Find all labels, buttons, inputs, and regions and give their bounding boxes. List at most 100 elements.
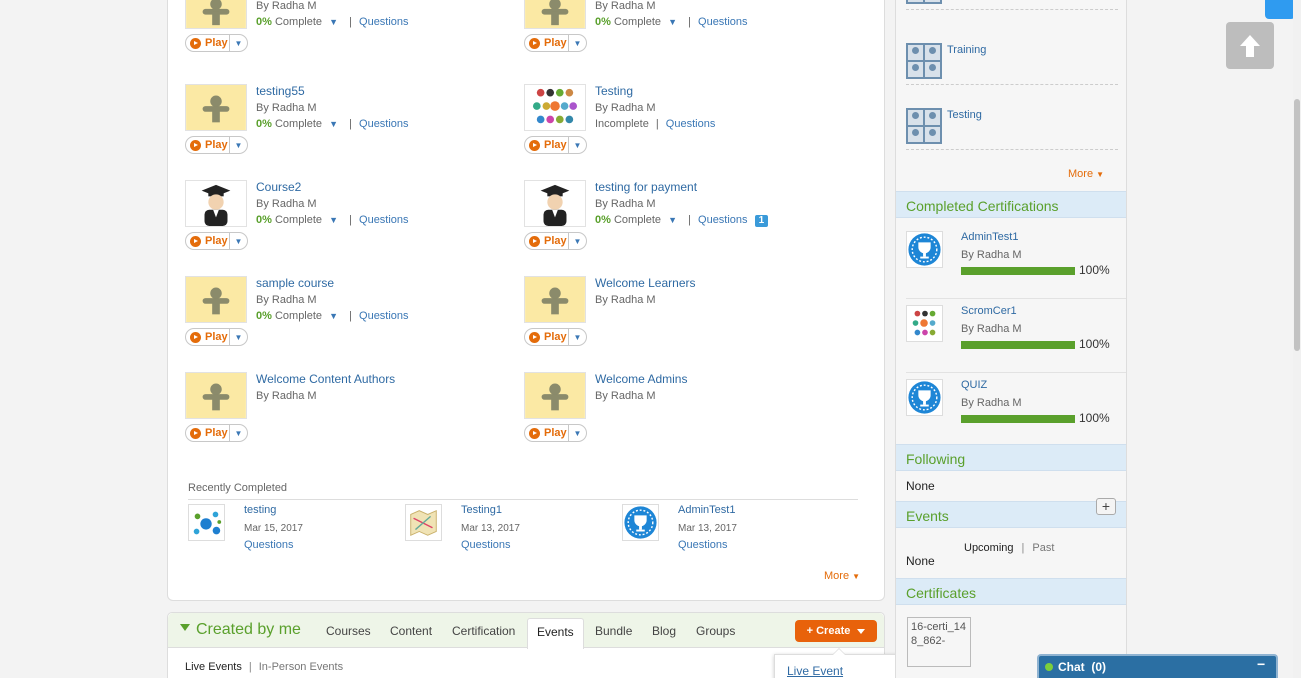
group-icon[interactable] — [906, 108, 942, 144]
minimize-icon[interactable]: − — [1257, 656, 1265, 672]
play-dropdown-icon[interactable]: ▼ — [569, 429, 586, 438]
caret-down-icon[interactable]: ▼ — [329, 119, 338, 129]
tab-events[interactable]: Events — [527, 618, 584, 649]
recent-title[interactable]: Testing1 — [461, 504, 502, 516]
play-dropdown-icon[interactable]: ▼ — [230, 429, 247, 438]
chat-bar[interactable]: Chat (0) − — [1037, 654, 1278, 678]
menu-item-live-event[interactable]: Live Event — [787, 664, 843, 678]
more-link[interactable]: More ▼ — [1068, 168, 1104, 180]
tab-content[interactable]: Content — [390, 624, 432, 638]
questions-link[interactable]: Questions — [698, 16, 748, 28]
course-thumbnail[interactable] — [524, 372, 586, 419]
certification-name[interactable]: AdminTest1 — [961, 231, 1018, 243]
tab-bundle[interactable]: Bundle — [595, 624, 632, 638]
tab-in-person-events[interactable]: In-Person Events — [259, 661, 343, 673]
tab-live-events[interactable]: Live Events — [185, 661, 242, 673]
course-thumbnail[interactable] — [185, 84, 247, 131]
course-title[interactable]: Testing — [595, 84, 633, 98]
course-title[interactable]: testing for payment — [595, 180, 697, 194]
tab-groups[interactable]: Groups — [696, 624, 735, 638]
section-title[interactable]: Created by me — [180, 621, 301, 639]
course-thumbnail[interactable] — [524, 0, 586, 29]
course-title[interactable]: testing55 — [256, 84, 305, 98]
certificate-image[interactable]: 16-certi_148_862- — [907, 617, 971, 667]
top-tab[interactable] — [1265, 0, 1295, 19]
group-name[interactable]: Testing — [947, 109, 982, 121]
add-event-button[interactable]: + — [1096, 498, 1116, 515]
course-title[interactable]: Welcome Content Authors — [256, 372, 395, 386]
course-thumbnail[interactable] — [185, 0, 247, 29]
network-icon[interactable] — [188, 504, 225, 541]
play-button[interactable]: Play — [186, 329, 230, 345]
recent-title[interactable]: AdminTest1 — [678, 504, 735, 516]
tab-upcoming[interactable]: Upcoming — [964, 542, 1014, 554]
play-button[interactable]: Play — [186, 425, 230, 441]
questions-link[interactable]: Questions — [359, 214, 409, 226]
questions-link[interactable]: Questions — [678, 539, 728, 551]
questions-link[interactable]: Questions — [359, 118, 409, 130]
play-button[interactable]: Play — [525, 425, 569, 441]
course-thumbnail[interactable] — [185, 180, 247, 227]
play-dropdown-icon[interactable]: ▼ — [569, 39, 586, 48]
vertical-scrollbar[interactable] — [1293, 0, 1301, 678]
play-dropdown-icon[interactable]: ▼ — [230, 39, 247, 48]
course-thumbnail[interactable] — [185, 276, 247, 323]
tab-past[interactable]: Past — [1032, 542, 1054, 554]
course-thumbnail[interactable] — [524, 180, 586, 227]
play-button[interactable]: Play — [525, 35, 569, 51]
course-complete-label: Complete — [274, 118, 323, 130]
course-title[interactable]: Welcome Learners — [595, 276, 696, 290]
course-title[interactable]: Welcome Admins — [595, 372, 687, 386]
caret-down-icon[interactable]: ▼ — [329, 215, 338, 225]
play-dropdown-icon[interactable]: ▼ — [569, 333, 586, 342]
questions-link[interactable]: Questions — [461, 539, 511, 551]
tab-certification[interactable]: Certification — [452, 624, 515, 638]
certification-name[interactable]: ScromCer1 — [961, 305, 1017, 317]
certification-name[interactable]: QUIZ — [961, 379, 987, 391]
play-button[interactable]: Play — [525, 329, 569, 345]
questions-link[interactable]: Questions — [666, 118, 716, 130]
create-button[interactable]: + Create — [795, 620, 877, 642]
scroll-to-top-button[interactable] — [1226, 22, 1274, 69]
more-link[interactable]: More ▼ — [824, 570, 860, 582]
group-icon[interactable] — [906, 43, 942, 79]
group-icon[interactable] — [906, 0, 942, 4]
play-button[interactable]: Play — [186, 35, 230, 51]
questions-link[interactable]: Questions — [244, 539, 294, 551]
caret-down-icon[interactable]: ▼ — [668, 215, 677, 225]
course-card: Welcome Content Authors By Radha M Play … — [185, 372, 505, 452]
trophy-icon[interactable] — [906, 231, 943, 268]
play-button[interactable]: Play — [186, 233, 230, 249]
course-title[interactable]: Course2 — [256, 180, 301, 194]
play-dropdown-icon[interactable]: ▼ — [569, 237, 586, 246]
course-thumbnail[interactable] — [524, 276, 586, 323]
questions-link[interactable]: Questions — [359, 16, 409, 28]
trophy-icon[interactable] — [906, 379, 943, 416]
questions-link[interactable]: Questions — [359, 310, 409, 322]
group-name[interactable]: Training — [947, 44, 986, 56]
scrollbar-thumb[interactable] — [1294, 99, 1300, 351]
play-dropdown-icon[interactable]: ▼ — [230, 333, 247, 342]
play-dropdown-icon[interactable]: ▼ — [569, 141, 586, 150]
trophy-icon[interactable] — [622, 504, 659, 541]
recent-title[interactable]: testing — [244, 504, 276, 516]
caret-down-icon[interactable]: ▼ — [668, 17, 677, 27]
play-dropdown-icon[interactable]: ▼ — [230, 141, 247, 150]
map-icon[interactable] — [405, 504, 442, 541]
play-button[interactable]: Play — [525, 137, 569, 153]
course-thumbnail[interactable] — [185, 372, 247, 419]
dots-icon[interactable] — [906, 305, 943, 342]
play-dropdown-icon[interactable]: ▼ — [230, 237, 247, 246]
play-button[interactable]: Play — [525, 233, 569, 249]
tab-courses[interactable]: Courses — [326, 624, 371, 638]
questions-link[interactable]: Questions — [698, 214, 748, 226]
courses-panel: By Radha M 0% Complete ▼ | Questions Pla… — [167, 0, 885, 601]
group-item: Training — [906, 30, 1118, 85]
course-title[interactable]: sample course — [256, 276, 334, 290]
caret-down-icon[interactable]: ▼ — [329, 311, 338, 321]
course-thumbnail[interactable] — [524, 84, 586, 131]
progress-bar — [961, 267, 1075, 275]
tab-blog[interactable]: Blog — [652, 624, 676, 638]
caret-down-icon[interactable]: ▼ — [329, 17, 338, 27]
play-button[interactable]: Play — [186, 137, 230, 153]
